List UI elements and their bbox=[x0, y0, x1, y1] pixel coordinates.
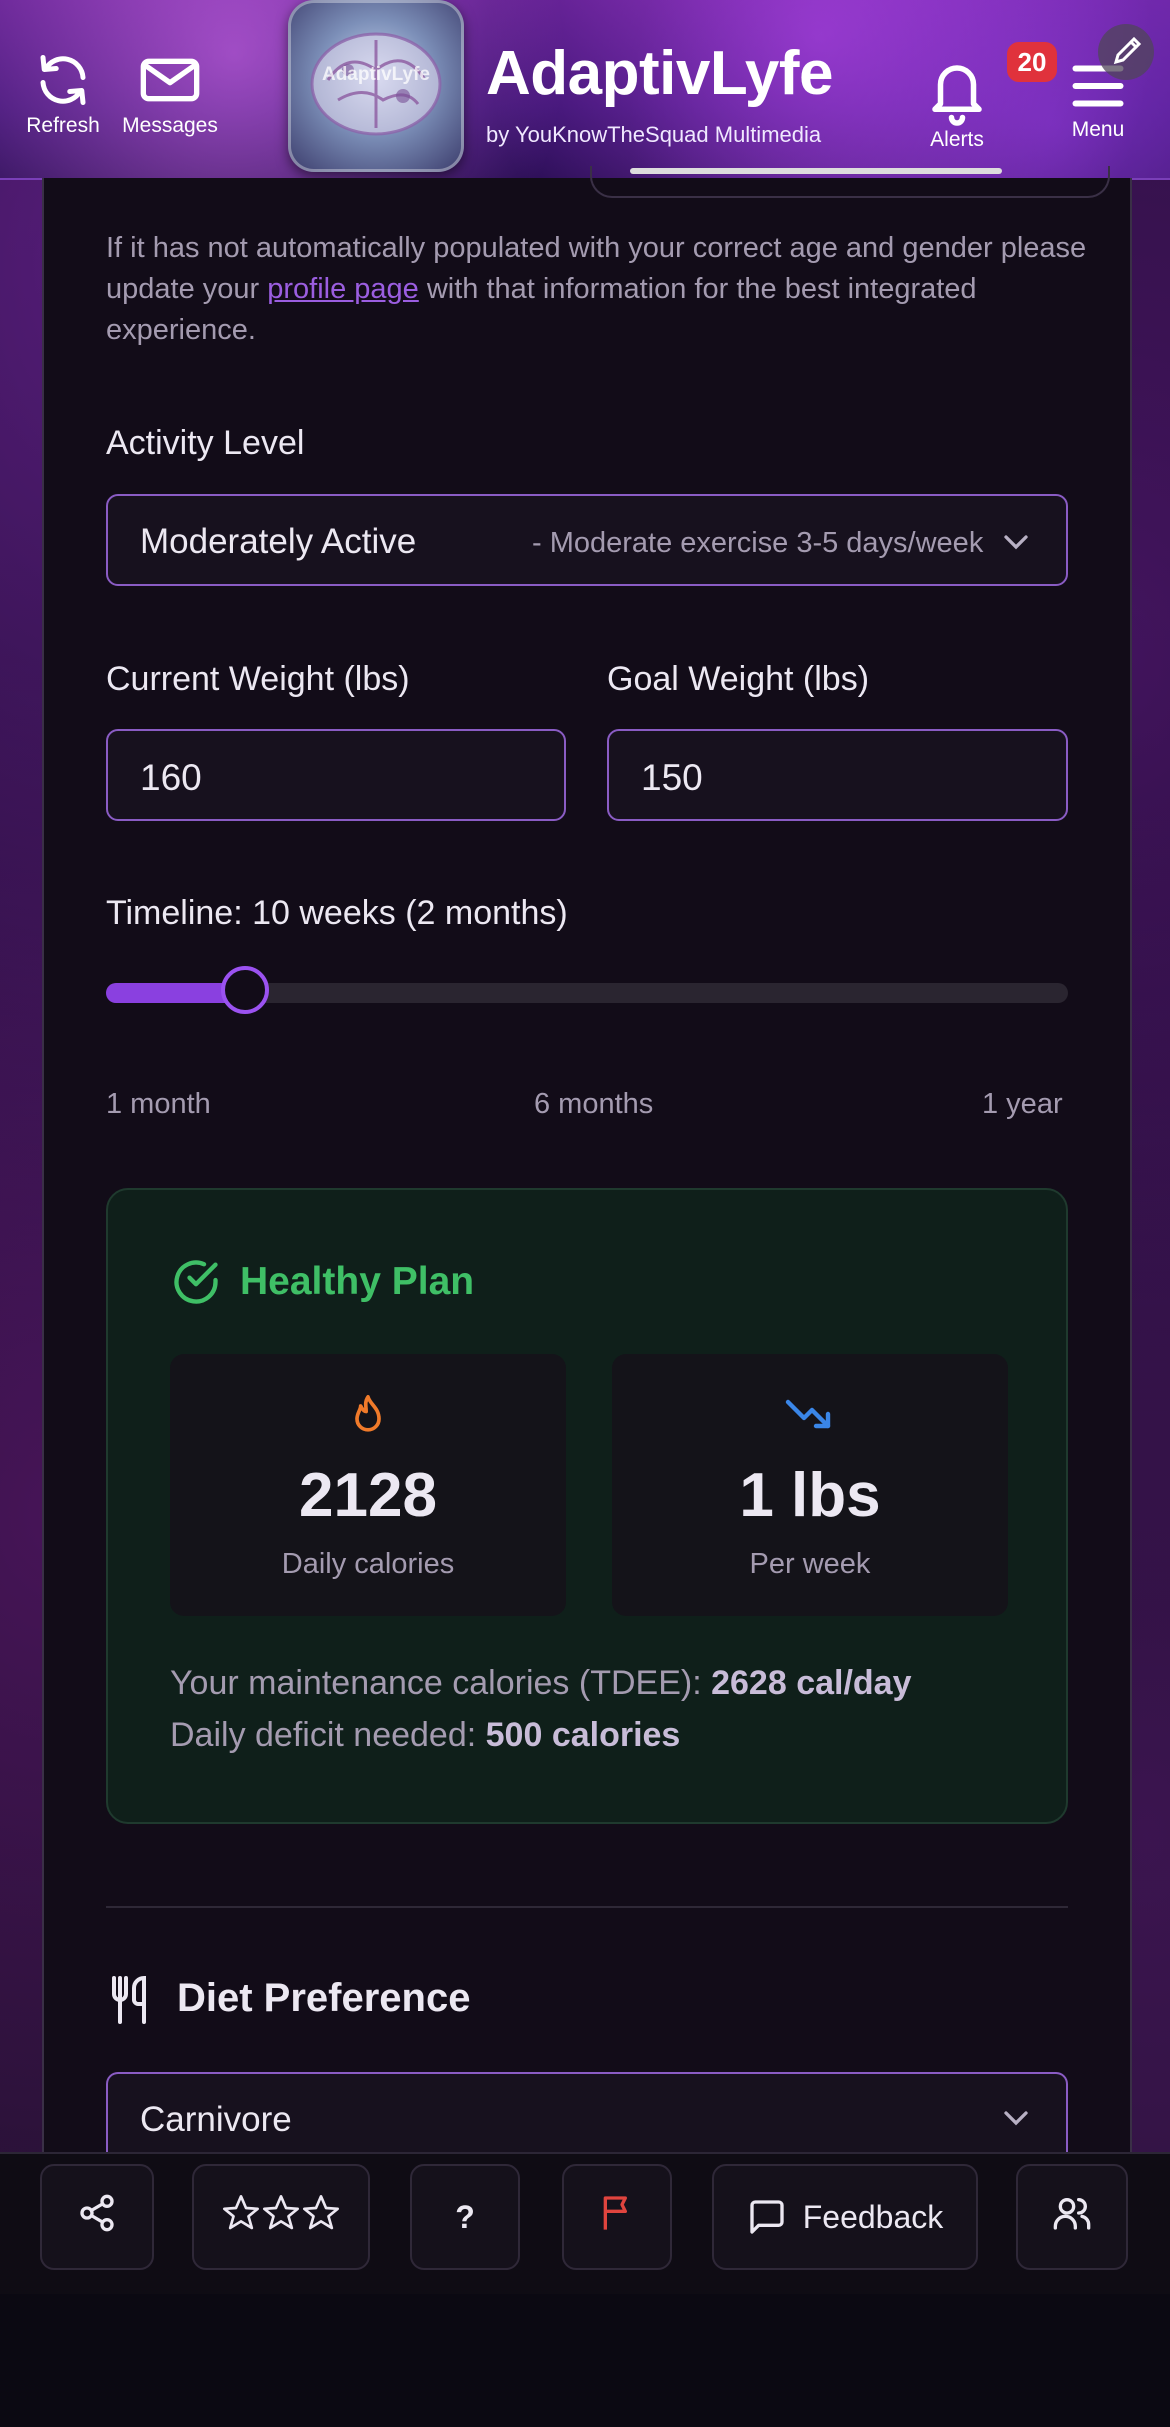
help-button[interactable]: ? bbox=[410, 2164, 520, 2270]
plan-status-title: Healthy Plan bbox=[240, 1260, 475, 1303]
goal-weight-label: Goal Weight (lbs) bbox=[607, 660, 870, 698]
refresh-button[interactable]: Refresh bbox=[20, 50, 106, 138]
timeline-slider-thumb[interactable] bbox=[221, 966, 269, 1014]
trending-down-icon bbox=[784, 1394, 836, 1439]
current-weight-input[interactable]: 160 bbox=[106, 729, 566, 821]
messages-button[interactable]: Messages bbox=[116, 50, 224, 138]
section-divider bbox=[106, 1906, 1068, 1908]
plan-summary-card: Healthy Plan 2128 Daily calories 1 lbs P… bbox=[106, 1188, 1068, 1824]
tdee-prefix: Your maintenance calories (TDEE): bbox=[170, 1664, 712, 1702]
diet-selected-value: Carnivore bbox=[140, 2100, 292, 2139]
message-square-icon bbox=[747, 2197, 787, 2237]
alerts-label: Alerts bbox=[930, 128, 984, 151]
alerts-button[interactable]: Alerts bbox=[916, 52, 998, 152]
pencil-icon bbox=[1098, 36, 1154, 84]
help-label: ? bbox=[455, 2198, 475, 2235]
bottom-action-bar: ? Feedback bbox=[0, 2152, 1170, 2294]
deficit-line: Daily deficit needed: 500 calories bbox=[170, 1716, 680, 1755]
timeline-min-label: 1 month bbox=[106, 1088, 211, 1120]
envelope-icon bbox=[116, 50, 224, 110]
refresh-icon bbox=[20, 50, 106, 110]
goal-weight-input[interactable]: 150 bbox=[607, 729, 1068, 821]
profile-page-link[interactable]: profile page bbox=[267, 273, 419, 305]
brain-logo: AdaptivLyfe bbox=[288, 0, 464, 172]
profile-notice: If it has not automatically populated wi… bbox=[106, 228, 1106, 351]
activity-selected-description: - Moderate exercise 3-5 days/week bbox=[532, 527, 984, 559]
logo-text: AdaptivLyfe bbox=[321, 64, 431, 85]
chevron-down-icon bbox=[996, 2098, 1036, 2143]
goal-settings-card: If it has not automatically populated wi… bbox=[42, 166, 1132, 2164]
check-circle-icon bbox=[170, 1256, 222, 1313]
report-button[interactable] bbox=[562, 2164, 672, 2270]
daily-calories-value: 2128 bbox=[299, 1461, 437, 1530]
timeline-slider[interactable] bbox=[106, 966, 1068, 1014]
menu-label: Menu bbox=[1071, 118, 1125, 141]
edit-button[interactable] bbox=[1098, 24, 1154, 80]
community-button[interactable] bbox=[1016, 2164, 1128, 2270]
activity-level-label: Activity Level bbox=[106, 424, 305, 462]
rating-button[interactable] bbox=[192, 2164, 370, 2270]
weekly-rate-value: 1 lbs bbox=[739, 1461, 881, 1530]
daily-calories-stat: 2128 Daily calories bbox=[170, 1354, 566, 1616]
goal-weight-value: 150 bbox=[641, 757, 703, 798]
weekly-rate-label: Per week bbox=[749, 1548, 871, 1580]
share-icon bbox=[77, 2193, 117, 2241]
timeline-max-label: 1 year bbox=[982, 1088, 1063, 1120]
chevron-down-icon bbox=[996, 522, 1036, 567]
flag-icon bbox=[597, 2192, 637, 2242]
app-subtitle: by YouKnowTheSquad Multimedia bbox=[486, 122, 822, 147]
timeline-label: Timeline: 10 weeks (2 months) bbox=[106, 894, 568, 932]
tdee-value: 2628 cal/day bbox=[711, 1664, 912, 1702]
app-header: Refresh Messages AdaptivLyfe AdaptivLyfe… bbox=[0, 0, 1170, 180]
flame-icon bbox=[346, 1392, 390, 1447]
diet-preference-heading: Diet Preference bbox=[177, 1976, 471, 2020]
alerts-count-badge: 20 bbox=[1007, 42, 1057, 82]
diet-preference-select[interactable]: Carnivore bbox=[106, 2072, 1068, 2164]
messages-label: Messages bbox=[122, 114, 218, 137]
age-gender-field-edge bbox=[590, 166, 1110, 198]
feedback-label: Feedback bbox=[802, 2198, 944, 2235]
users-icon bbox=[1052, 2193, 1092, 2241]
deficit-prefix: Daily deficit needed: bbox=[170, 1716, 486, 1754]
tdee-line: Your maintenance calories (TDEE): 2628 c… bbox=[170, 1664, 912, 1703]
current-weight-label: Current Weight (lbs) bbox=[106, 660, 410, 698]
timeline-mid-label: 6 months bbox=[534, 1088, 654, 1120]
star-rating-icon bbox=[219, 2193, 343, 2241]
app-title: AdaptivLyfe bbox=[486, 39, 834, 108]
weekly-rate-stat: 1 lbs Per week bbox=[612, 1354, 1008, 1616]
current-weight-value: 160 bbox=[140, 757, 202, 798]
activity-selected-value: Moderately Active bbox=[140, 522, 417, 561]
refresh-label: Refresh bbox=[26, 114, 100, 137]
bell-icon bbox=[916, 52, 998, 128]
deficit-value: 500 calories bbox=[485, 1716, 681, 1754]
feedback-button[interactable]: Feedback bbox=[712, 2164, 978, 2270]
daily-calories-label: Daily calories bbox=[281, 1548, 455, 1580]
activity-level-select[interactable]: Moderately Active - Moderate exercise 3-… bbox=[106, 494, 1068, 586]
share-button[interactable] bbox=[40, 2164, 154, 2270]
utensils-icon bbox=[106, 1974, 154, 2031]
